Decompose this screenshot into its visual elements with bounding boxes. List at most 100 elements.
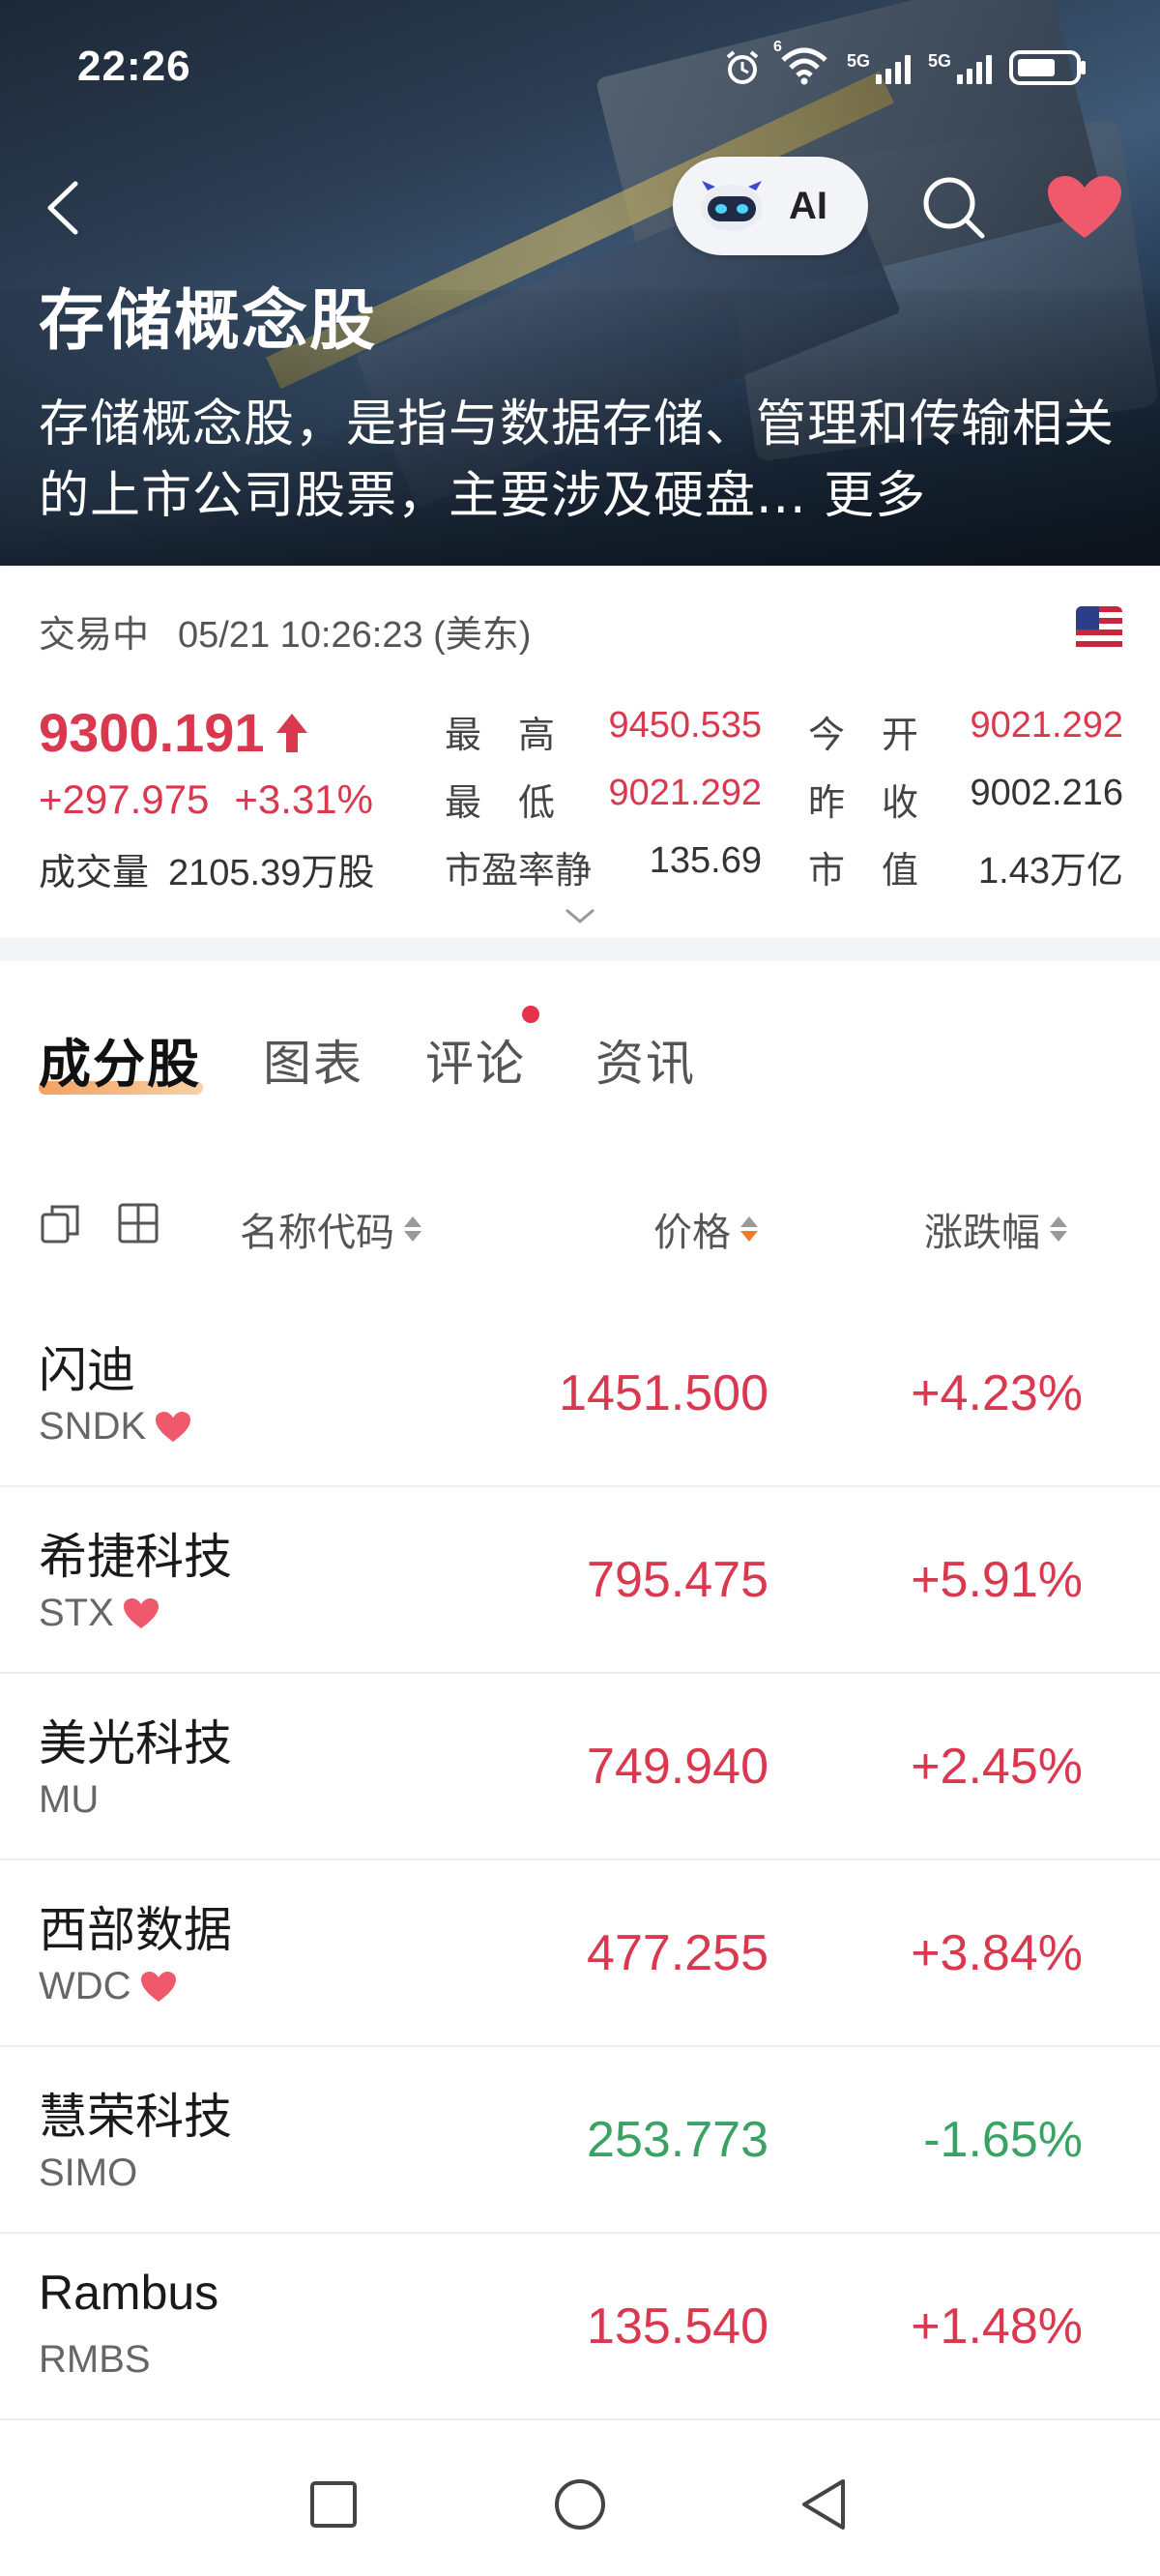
quote-panel: 交易中 05/21 10:26:23 (美东) 9300.191 +297.97… — [0, 566, 1160, 938]
stat-value: 9021.292 — [608, 773, 763, 813]
tab-comments[interactable]: 评论 — [425, 1025, 526, 1095]
wifi-icon — [781, 47, 827, 85]
stock-change-pct: -1.65% — [923, 2112, 1083, 2168]
sort-by-price[interactable]: 价格 — [653, 1201, 758, 1257]
sim1-label: 5G — [846, 51, 870, 71]
stock-code: WDC — [39, 1965, 178, 2008]
price-change: +297.975 +3.31% — [39, 776, 373, 823]
volume: 成交量 2105.39万股 — [39, 842, 374, 895]
stat-label: 最 低 — [445, 781, 556, 824]
grid-view-icon[interactable] — [116, 1201, 160, 1245]
table-row[interactable]: 希捷科技 STX 795.475 +5.91% — [0, 1487, 1160, 1674]
volume-value: 2105.39万股 — [168, 853, 375, 893]
stock-price: 253.773 — [587, 2112, 768, 2168]
stock-name: 慧荣科技 — [39, 2089, 232, 2145]
favorite-heart-icon[interactable] — [1046, 174, 1123, 242]
system-nav-bar — [0, 2437, 1160, 2576]
wifi-indicator: 6 — [773, 39, 829, 89]
volume-label: 成交量 — [39, 851, 150, 893]
stat-value: 9002.216 — [970, 773, 1124, 813]
status-time: 22:26 — [77, 43, 191, 90]
stat-value: 135.69 — [649, 840, 762, 881]
status-bar: 22:26 6 5G 5G — [0, 0, 1160, 135]
change-percent: +3.31% — [234, 776, 373, 822]
robot-icon — [701, 181, 763, 231]
stock-price: 477.255 — [587, 1925, 768, 1981]
stat-label: 市 值 — [808, 849, 919, 892]
signal-sim1-icon: 5G — [847, 51, 911, 84]
last-price: 9300.191 — [39, 701, 309, 764]
stock-name: 闪迪 — [39, 1342, 135, 1398]
page-title: 存储概念股 — [39, 283, 378, 360]
battery-icon — [1009, 50, 1086, 85]
stock-code-text: WDC — [39, 1965, 131, 2007]
stock-code-text: SNDK — [39, 1405, 147, 1448]
ai-label: AI — [789, 184, 827, 227]
stock-name: 西部数据 — [39, 1902, 232, 1958]
section-divider — [0, 938, 1160, 961]
header-price-label: 价格 — [653, 1211, 731, 1255]
table-row[interactable]: 西部数据 WDC 477.255 +3.84% — [0, 1860, 1160, 2047]
circle-icon[interactable] — [551, 2475, 609, 2533]
last-price-value: 9300.191 — [39, 702, 265, 763]
stock-change-pct: +4.23% — [911, 1365, 1083, 1421]
square-icon[interactable] — [304, 2475, 362, 2533]
trading-datetime: 05/21 10:26:23 (美东) — [178, 615, 532, 656]
tab-bar: 成分股 图表 评论 资讯 — [0, 961, 1160, 1106]
stock-price: 1451.500 — [559, 1365, 768, 1421]
tab-chart[interactable]: 图表 — [263, 1025, 363, 1095]
favorite-heart-icon — [123, 1597, 159, 1628]
stat-pe: 市盈率静 135.69 — [445, 840, 762, 892]
concept-description[interactable]: 存储概念股，是指与数据存储、管理和传输相关的上市公司股票，主要涉及硬盘... 更… — [39, 389, 1131, 532]
stock-code: STX — [39, 1592, 160, 1635]
back-arrow-icon[interactable] — [39, 174, 87, 242]
trading-status: 交易中 05/21 10:26:23 (美东) — [39, 604, 531, 658]
up-arrow-icon — [276, 713, 307, 752]
stat-open: 今 开 9021.292 — [808, 705, 1123, 756]
search-icon[interactable] — [918, 172, 990, 244]
trading-status-label: 交易中 — [39, 613, 150, 656]
sort-by-change[interactable]: 涨跌幅 — [924, 1201, 1067, 1257]
stock-code: MU — [39, 1778, 99, 1822]
change-value: +297.975 — [39, 776, 210, 822]
stock-name: 美光科技 — [39, 1715, 232, 1771]
stat-high: 最 高 9450.535 — [445, 705, 762, 756]
description-text: 存储概念股，是指与数据存储、管理和传输相关的上市公司股票，主要涉及硬盘... — [39, 395, 1116, 525]
stat-label: 最 高 — [445, 714, 556, 756]
triangle-icon[interactable] — [795, 2475, 853, 2533]
copy-icon[interactable] — [39, 1201, 83, 1245]
stock-code-text: RMBS — [39, 2338, 151, 2381]
stock-change-pct: +5.91% — [911, 1552, 1083, 1608]
stock-price: 749.940 — [587, 1739, 768, 1795]
tab-news[interactable]: 资讯 — [595, 1025, 696, 1095]
table-row[interactable]: Rambus RMBS 135.540 +1.48% — [0, 2234, 1160, 2420]
stat-value: 1.43万亿 — [978, 851, 1123, 892]
stat-label: 今 开 — [808, 714, 919, 756]
us-flag-icon — [1076, 606, 1122, 653]
table-row[interactable]: 闪迪 SNDK 1451.500 +4.23% — [0, 1301, 1160, 1487]
alarm-icon — [726, 50, 759, 84]
chevron-down-icon[interactable] — [563, 904, 597, 927]
more-link[interactable]: 更多 — [824, 467, 926, 525]
stock-code-text: MU — [39, 1778, 100, 1821]
stock-code: SNDK — [39, 1405, 192, 1449]
stat-label: 市盈率静 — [445, 849, 593, 892]
stat-low: 最 低 9021.292 — [445, 773, 763, 824]
header-name-label: 名称代码 — [240, 1211, 394, 1255]
sort-icon — [1050, 1216, 1067, 1242]
stat-label: 昨 收 — [808, 781, 919, 824]
stock-code-text: SIMO — [39, 2152, 138, 2194]
ai-assistant-button[interactable]: AI — [673, 157, 868, 255]
stock-price: 135.540 — [587, 2298, 768, 2355]
favorite-heart-icon — [156, 1411, 191, 1442]
table-row[interactable]: 美光科技 MU 749.940 +2.45% — [0, 1674, 1160, 1860]
stat-prev-close: 昨 收 9002.216 — [808, 773, 1124, 824]
signal-sim2-icon: 5G — [928, 51, 992, 84]
stock-code: SIMO — [39, 2152, 137, 2195]
sort-icon — [740, 1216, 758, 1242]
tab-constituents[interactable]: 成分股 — [39, 1021, 201, 1098]
stock-change-pct: +1.48% — [911, 2298, 1083, 2355]
table-row[interactable]: 慧荣科技 SIMO 253.773 -1.65% — [0, 2047, 1160, 2234]
wifi-badge: 6 — [772, 39, 782, 55]
sort-by-name[interactable]: 名称代码 — [240, 1201, 421, 1257]
